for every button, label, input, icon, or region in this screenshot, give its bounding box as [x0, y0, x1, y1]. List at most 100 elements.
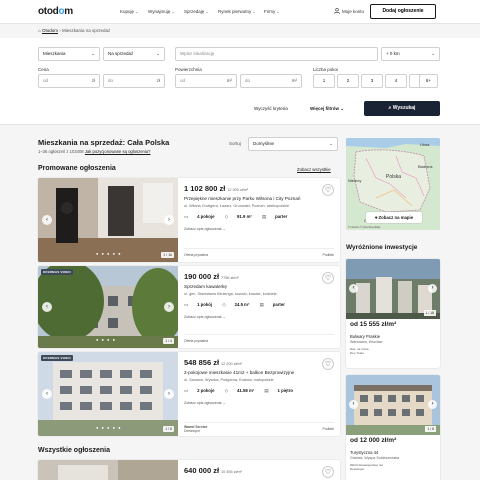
search-button-label: Wyszukaj [392, 105, 416, 111]
chevron-right-icon[interactable]: › [164, 389, 174, 399]
listing-card[interactable]: OFERMAS VIDEO ‹ › ● ● ● ● 1 / 4 190 000 … [38, 266, 340, 348]
home-icon[interactable]: ⌂ [38, 28, 41, 33]
floor-value: 1 piętro [277, 388, 294, 393]
transaction-type-select[interactable]: Na sprzedaż ⌄ [103, 47, 165, 61]
area-from-input[interactable]: od m² [175, 74, 237, 88]
price-to-input[interactable]: do zł [103, 74, 165, 88]
rooms-option-3[interactable]: 3 [361, 74, 383, 88]
investment-photo[interactable]: ‹ › 1 / 18 [346, 259, 440, 319]
investment-photo[interactable]: ‹ › 1 / 8 [346, 375, 440, 435]
see-all-link[interactable]: Zobacz wszystkie [297, 167, 331, 172]
area-from-unit: m² [226, 78, 232, 83]
nav-item-buy[interactable]: Kupuję⌄ [120, 9, 138, 14]
favorite-heart-icon[interactable]: ♡ [322, 466, 334, 478]
chevron-down-icon: ⌄ [91, 51, 95, 56]
clear-criteria-link[interactable]: Wyczyść kryteria [254, 106, 288, 111]
chevron-down-icon: ⌄ [156, 51, 160, 56]
area-to-input[interactable]: do m² [240, 74, 302, 88]
video-badge: OFERMAS VIDEO [41, 269, 73, 275]
apartment-block-photo [38, 352, 178, 436]
chevron-down-icon: ⌄ [222, 315, 226, 319]
listing-title[interactable]: Przepiękne mieszkanie przy Parku Wilsona… [184, 196, 334, 201]
area-label: Powierzchnia [175, 67, 202, 72]
my-account-label: Moje konto [342, 9, 365, 14]
listing-photo[interactable]: ‹ › ● ● ● ● ● 1 / 16 [38, 178, 178, 262]
chevron-right-icon[interactable]: › [164, 302, 174, 312]
chevron-right-icon[interactable]: › [428, 400, 437, 409]
building-exterior-photo [38, 266, 184, 348]
investment-name[interactable]: Bulwary Praskie [350, 334, 380, 339]
property-type-select[interactable]: Mieszkania ⌄ [38, 47, 100, 61]
listing-title[interactable]: Sprzedam kawalerkę [184, 284, 334, 289]
rooms-option-6-plus[interactable]: 6+ [419, 74, 438, 88]
promoted-listings-title: Promowane ogłoszenia [38, 165, 116, 172]
more-filters-button[interactable]: Więcej filtrów ⌄ [310, 106, 344, 112]
location-input[interactable]: Wpisz lokalizację [175, 47, 378, 61]
show-description-toggle[interactable]: Zobacz opis ogłoszenia ⌄ [184, 315, 334, 319]
ranking-info-link[interactable]: Jak pozycjonowane są ogłoszenia? [85, 149, 151, 154]
favorite-heart-icon[interactable]: ♡ [322, 272, 334, 284]
price-per-m2: 10 455 zł/m² [221, 470, 242, 474]
sort-select[interactable]: Domyślnie ⌄ [248, 137, 338, 151]
show-description-toggle[interactable]: Zobacz opis ogłoszenia ⌄ [184, 401, 334, 405]
search-button[interactable]: ⌕ Wyszukaj [364, 101, 440, 116]
investment-name[interactable]: Turystyczna 44 [350, 450, 378, 455]
listing-photo[interactable]: OFERMAS VIDEO ‹ › ● ● ● ● ● 1 / 8 [38, 352, 178, 436]
nav-item-companies[interactable]: Firmy⌄ [264, 9, 280, 14]
radius-select[interactable]: + 0 km ⌄ [381, 47, 440, 61]
my-account-link[interactable]: Moje konto [334, 8, 364, 14]
nav-item-rent[interactable]: Wynajmuję⌄ [148, 9, 175, 14]
favorite-heart-icon[interactable]: ♡ [322, 184, 334, 196]
photo-counter: 1 / 18 [423, 310, 436, 316]
otodom-logo[interactable]: otodom [38, 6, 73, 17]
chevron-down-icon: ⌄ [340, 106, 345, 111]
chevron-right-icon[interactable]: › [428, 284, 437, 293]
listing-title[interactable]: 2-pokojowe mieszkanie 41m2 + balkon Bezp… [184, 370, 334, 375]
rooms-option-2[interactable]: 2 [337, 74, 359, 88]
chevron-down-icon: ⌄ [135, 9, 139, 14]
breadcrumb-current: Mieszkania na sprzedaż [62, 28, 111, 33]
listing-photo[interactable] [38, 460, 178, 480]
price-from-input[interactable]: od zł [38, 74, 100, 88]
area-to-unit: m² [291, 78, 297, 83]
area-icon: ◇ [224, 388, 229, 393]
investment-card[interactable]: ‹ › 1 / 18 od 15 555 zł/m² Bulwary Prask… [346, 259, 440, 368]
area-value: 91.9 m² [237, 214, 252, 219]
listing-photo[interactable]: OFERMAS VIDEO ‹ › ● ● ● ● 1 / 4 [38, 266, 184, 348]
chevron-down-icon: ⌄ [252, 9, 256, 14]
listing-card[interactable]: 640 000 zł 10 455 zł/m² ♡ [38, 460, 340, 480]
chevron-right-icon[interactable]: › [164, 215, 174, 225]
chevron-left-icon[interactable]: ‹ [42, 389, 52, 399]
chevron-left-icon[interactable]: ‹ [42, 215, 52, 225]
rooms-option-1[interactable]: 1 [313, 74, 335, 88]
area-icon: ◇ [224, 214, 229, 219]
price-per-m2: 12 000 zł/m² [227, 188, 249, 192]
add-listing-button[interactable]: Dodaj ogłoszenie [370, 4, 436, 19]
show-description-toggle[interactable]: Zobacz opis ogłoszenia ⌄ [184, 227, 334, 231]
listing-card[interactable]: ‹ › ● ● ● ● ● 1 / 16 1 102 800 zł 12 000 … [38, 178, 340, 262]
bed-icon: ▭ [184, 302, 189, 307]
listing-card[interactable]: OFERMAS VIDEO ‹ › ● ● ● ● ● 1 / 8 548 85… [38, 352, 340, 436]
price-to-unit: zł [156, 78, 160, 83]
area-value: 41.58 m² [237, 388, 255, 393]
chevron-left-icon[interactable]: ‹ [349, 400, 358, 409]
page-title: Mieszkania na sprzedaż: Cała Polska [38, 138, 170, 147]
price-value: 1 102 800 zł [184, 184, 226, 193]
map-attribution: © Otodom © OpenStreetMap [348, 226, 381, 229]
chevron-down-icon: ⌄ [205, 9, 209, 14]
chevron-down-icon: ⌄ [431, 51, 435, 56]
map-label: Białoruś [418, 164, 432, 169]
chevron-left-icon[interactable]: ‹ [349, 284, 358, 293]
breadcrumb-home-link[interactable]: Otodom [42, 28, 58, 33]
rooms-option-4[interactable]: 4 [385, 74, 407, 88]
show-on-map-button[interactable]: ⌖ Zobacz na mapie [366, 212, 422, 223]
chevron-left-icon[interactable]: ‹ [42, 302, 52, 312]
map-pin-icon: ⌖ [374, 215, 378, 220]
favorite-heart-icon[interactable]: ♡ [322, 358, 334, 370]
investment-developer: DEVA Deweloperbep.net Deweloper [350, 463, 383, 471]
nav-item-sell[interactable]: Sprzedaję⌄ [184, 9, 209, 14]
stairs-icon: ▤ [259, 302, 264, 307]
investment-card[interactable]: ‹ › 1 / 8 od 12 000 zł/m² Turystyczna 44… [346, 375, 440, 480]
nav-item-primary-market[interactable]: Rynek pierwotny⌄ [218, 9, 256, 14]
more-filters-label: Więcej filtrów [310, 106, 339, 111]
